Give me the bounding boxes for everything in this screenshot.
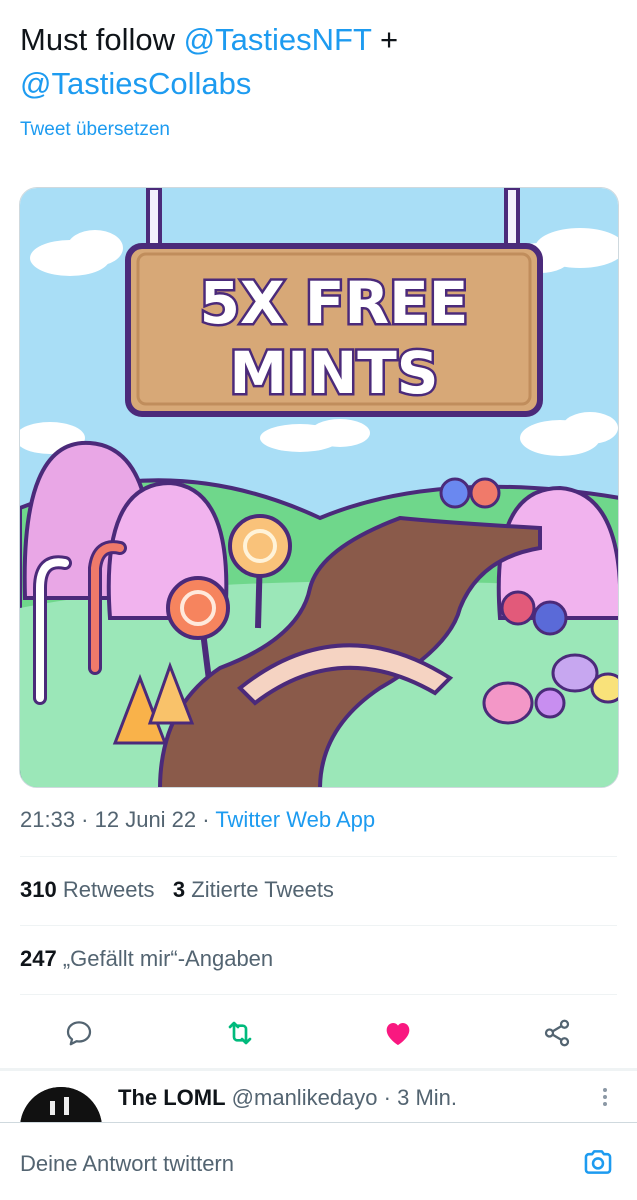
tweet-time[interactable]: 21:33 <box>20 807 75 832</box>
likes-link[interactable]: 247 „Gefällt mir“-Angaben <box>20 946 273 972</box>
retweets-label: Retweets <box>62 877 155 902</box>
reply-tweet[interactable]: The LOML @manlikedayo · 3 Min. <box>0 1071 637 1123</box>
camera-button[interactable] <box>581 1145 615 1179</box>
source-app-link[interactable]: Twitter Web App <box>215 807 375 832</box>
retweets-link[interactable]: 310 Retweets <box>20 877 155 902</box>
share-icon <box>544 1019 570 1047</box>
tweet-media-image[interactable]: 5X FREE MINTS <box>19 187 619 788</box>
divider <box>20 925 617 926</box>
mention-tastiesnft[interactable]: @TastiesNFT <box>184 22 372 57</box>
reply-header: The LOML @manlikedayo · 3 Min. <box>118 1085 457 1111</box>
quotes-link[interactable]: 3 Zitierte Tweets <box>173 877 334 902</box>
reply-author-name[interactable]: The LOML <box>118 1085 226 1110</box>
like-button[interactable] <box>378 1013 418 1053</box>
retweet-button[interactable] <box>220 1013 260 1053</box>
reply-compose-bar: Deine Antwort twittern <box>0 1122 637 1200</box>
tweet-action-bar <box>0 1005 637 1059</box>
divider <box>20 856 617 857</box>
quotes-label: Zitierte Tweets <box>191 877 334 902</box>
reply-icon <box>66 1021 92 1046</box>
retweet-stats: 310 Retweets 3 Zitierte Tweets <box>20 877 334 903</box>
sign-line-1: 5X FREE <box>200 269 469 337</box>
reply-input[interactable]: Deine Antwort twittern <box>20 1151 234 1177</box>
meta-separator: · <box>75 807 95 832</box>
reply-time[interactable]: 3 Min. <box>397 1085 457 1110</box>
reply-separator: · <box>377 1085 398 1110</box>
likes-label: „Gefällt mir“-Angaben <box>62 946 274 971</box>
tweet-date[interactable]: 12 Juni 22 <box>95 807 197 832</box>
mention-tastiescollabs[interactable]: @TastiesCollabs <box>20 66 251 101</box>
tweet-text-prefix: Must follow <box>20 22 184 57</box>
tweet-text: Must follow @TastiesNFT + @TastiesCollab… <box>20 18 620 106</box>
tweet-meta: 21:33 · 12 Juni 22 · Twitter Web App <box>20 807 375 833</box>
share-button[interactable] <box>537 1013 577 1053</box>
quotes-count: 3 <box>172 877 186 902</box>
sign-line-2: MINTS <box>229 339 438 407</box>
camera-icon <box>584 1150 612 1174</box>
more-options-icon[interactable] <box>593 1085 617 1109</box>
reply-button[interactable] <box>59 1013 99 1053</box>
avatar[interactable] <box>20 1087 102 1123</box>
tweet-text-joiner: + <box>371 22 399 57</box>
likes-count: 247 <box>20 946 57 971</box>
retweets-count: 310 <box>20 877 57 902</box>
reply-author-handle[interactable]: @manlikedayo <box>232 1085 378 1110</box>
translate-tweet-link[interactable]: Tweet übersetzen <box>20 119 170 141</box>
divider <box>20 994 617 995</box>
like-icon <box>386 1023 410 1045</box>
retweet-icon <box>228 1021 252 1045</box>
meta-separator: · <box>196 807 216 832</box>
